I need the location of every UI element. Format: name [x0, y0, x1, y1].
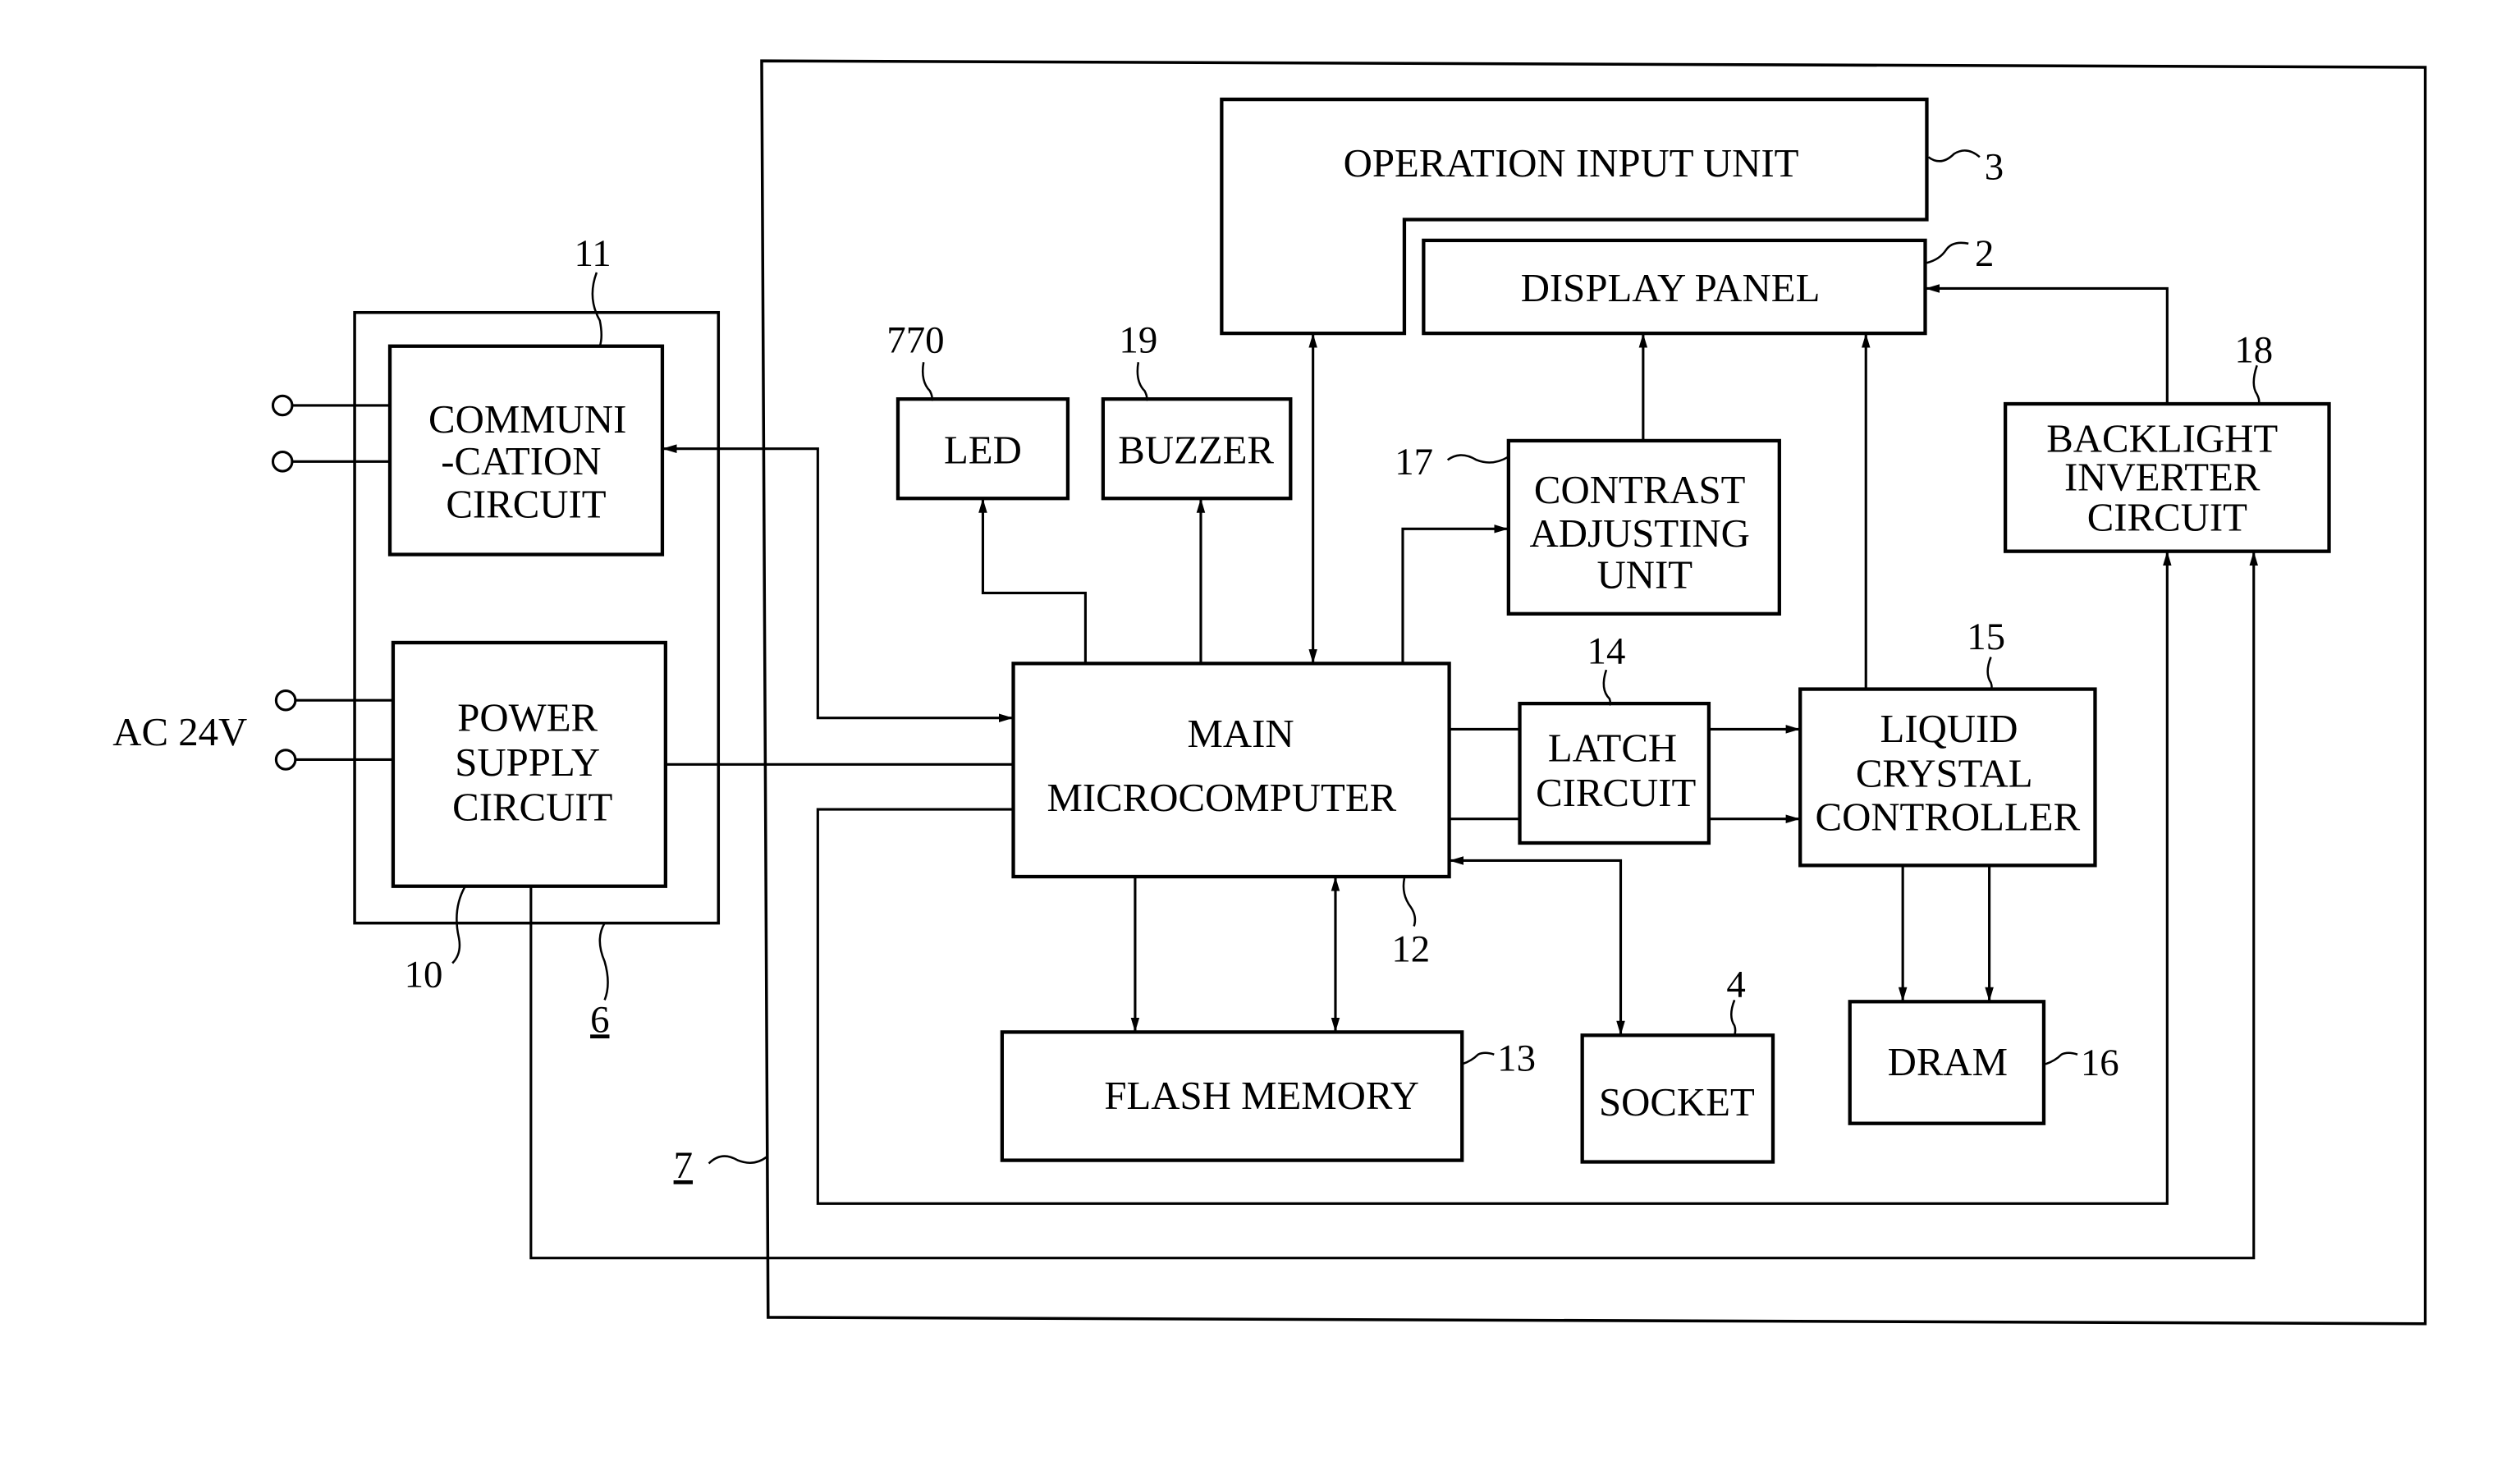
ref-leader-770 — [921, 362, 933, 401]
buzzer-label: BUZZER — [1118, 428, 1274, 472]
ref-12: 12 — [1391, 928, 1430, 970]
ref-7: 7 — [674, 1144, 693, 1187]
ref-leader-17 — [1446, 454, 1509, 464]
ref-leader-12 — [1402, 877, 1417, 927]
ref-leader-3 — [1927, 149, 1981, 163]
ref-13: 13 — [1497, 1037, 1536, 1079]
ref-770: 770 — [886, 319, 944, 362]
wire-backlight-display — [1925, 284, 2169, 405]
ref-16: 16 — [2081, 1042, 2119, 1084]
ref-leader-14 — [1602, 669, 1612, 706]
ref-19: 19 — [1119, 319, 1157, 362]
ac-terminal-1 — [274, 689, 297, 712]
flash-memory-label: FLASH MEMORY — [1104, 1074, 1419, 1118]
socket-label: SOCKET — [1599, 1080, 1755, 1124]
display-panel-label: DISPLAY PANEL — [1521, 266, 1821, 310]
ac-terminal-2 — [274, 749, 297, 771]
wire-micro-led — [978, 498, 1087, 664]
latch-circuit-label: LATCH CIRCUIT — [1536, 726, 1696, 815]
ref-14: 14 — [1587, 630, 1626, 672]
communication-circuit-label: COMMUNI -CATION CIRCUIT — [428, 397, 637, 526]
comm-terminal-2 — [271, 451, 294, 473]
ref-leader-6 — [598, 922, 609, 1001]
led-label: LED — [944, 428, 1022, 472]
dram-label: DRAM — [1888, 1040, 2008, 1084]
ref-leader-10 — [451, 886, 466, 964]
ref-15: 15 — [1967, 616, 2005, 658]
wire-micro-socket — [1449, 856, 1625, 1036]
ref-10: 10 — [405, 954, 443, 996]
ref-11: 11 — [575, 232, 612, 275]
ref-leader-13 — [1461, 1051, 1495, 1065]
ref-2: 2 — [1975, 232, 1994, 275]
ref-leader-19 — [1136, 362, 1148, 401]
ref-leader-2 — [1926, 241, 1969, 264]
operation-input-unit-label: OPERATION INPUT UNIT — [1344, 141, 1799, 186]
ref-4: 4 — [1726, 963, 1745, 1005]
ac-24v-label: AC 24V — [112, 710, 247, 754]
power-supply-circuit-label: POWER SUPPLY CIRCUIT — [452, 695, 612, 829]
block-diagram: OPERATION INPUT UNIT 3 DISPLAY PANEL 2 C… — [112, 59, 2427, 1326]
ref-leader-15 — [1986, 657, 1993, 690]
wire-micro-contrast — [1401, 524, 1509, 664]
comm-terminal-1 — [271, 394, 294, 417]
ref-leader-11 — [591, 272, 603, 347]
ref-17: 17 — [1395, 441, 1433, 483]
ref-leader-16 — [2045, 1051, 2078, 1065]
ref-3: 3 — [1985, 146, 2004, 189]
ref-leader-7 — [708, 1155, 767, 1165]
ref-18: 18 — [2234, 328, 2273, 371]
ref-6: 6 — [590, 998, 609, 1041]
main-microcomputer-block — [1011, 662, 1451, 879]
